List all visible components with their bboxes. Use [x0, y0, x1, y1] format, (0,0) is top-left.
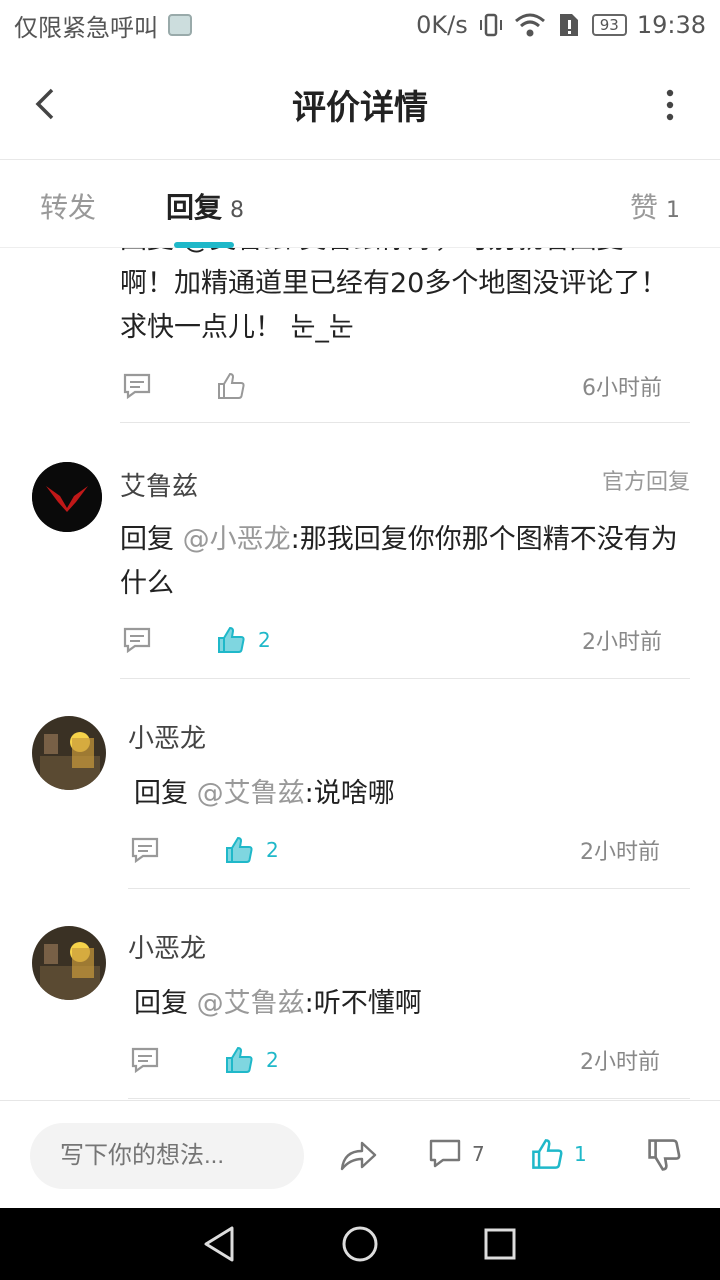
tab-bar: 转发 回复 8 赞1: [0, 160, 720, 248]
comment-input[interactable]: [30, 1123, 304, 1189]
username[interactable]: 小恶龙: [128, 928, 206, 965]
avatar-photo-icon: [32, 926, 106, 1000]
share-button[interactable]: [338, 1137, 378, 1173]
tab-count: 1: [666, 198, 681, 223]
mention-link[interactable]: @艾鲁兹: [197, 988, 305, 1019]
tab-label: 赞: [630, 191, 659, 224]
username[interactable]: 艾鲁兹: [120, 466, 198, 503]
comment-text-line: 啊！加精通道里已经有20多个地图没评论了！: [120, 268, 668, 299]
like-count: 2: [258, 628, 271, 652]
list-item: 回复 @艾鲁兹:艾鲁兹你好，可别就看回复 啊！加精通道里已经有20多个地图没评论…: [120, 248, 680, 350]
share-arrow-icon: [340, 1141, 377, 1171]
carrier-text: 仅限紧急呼叫: [14, 13, 158, 42]
tab-count: 8: [230, 198, 245, 223]
sim-alert-icon: [559, 14, 578, 36]
dislike-button[interactable]: [646, 1137, 682, 1173]
comment-time: 6小时前: [582, 376, 662, 401]
image-notification-icon: [168, 14, 192, 36]
clock: 19:38: [636, 11, 706, 39]
like-button[interactable]: 2: [224, 1045, 279, 1075]
comment-actions: 2 2小时前: [122, 620, 682, 660]
comment-time: 2小时前: [582, 630, 662, 655]
battery-indicator: 93: [591, 14, 627, 36]
like-count: 1: [574, 1142, 587, 1166]
back-triangle-icon[interactable]: [200, 1224, 240, 1264]
reply-icon[interactable]: [122, 626, 152, 654]
like-button[interactable]: [216, 371, 246, 401]
avatar-photo-icon: [32, 716, 106, 790]
comment-actions: 2 2小时前: [130, 830, 690, 870]
back-arrow-icon[interactable]: [30, 86, 60, 122]
comment-bubble-icon: [429, 1139, 461, 1168]
avatar[interactable]: [32, 716, 106, 790]
recents-square-icon[interactable]: [480, 1224, 520, 1264]
like-button[interactable]: 2: [224, 835, 279, 865]
network-speed: 0K/s: [416, 11, 468, 39]
divider: [128, 1098, 690, 1099]
thumbs-up-icon: [226, 836, 253, 863]
avatar[interactable]: [32, 926, 106, 1000]
more-options-icon[interactable]: [664, 88, 676, 122]
comment-list[interactable]: 回复 @艾鲁兹:艾鲁兹你好，可别就看回复 啊！加精通道里已经有20多个地图没评论…: [0, 248, 720, 1100]
like-count: 2: [266, 838, 279, 862]
tab-forward[interactable]: 转发: [40, 186, 96, 226]
comments-button[interactable]: 7: [428, 1137, 485, 1171]
avatar-logo-icon: [32, 462, 102, 532]
divider: [120, 678, 690, 679]
tab-label: 转发: [40, 191, 97, 224]
official-reply-badge: 官方回复: [601, 470, 690, 495]
divider: [120, 422, 690, 423]
like-button[interactable]: 2: [216, 625, 271, 655]
comment-time: 2小时前: [580, 1050, 660, 1075]
comment-text: 回复 @艾鲁兹:听不懂啊: [134, 988, 422, 1019]
comment-text: 回复 @小恶龙:那我回复你你那个图精不没有为什么: [120, 524, 678, 599]
thumbs-down-icon: [648, 1139, 681, 1171]
tab-label: 回复: [166, 191, 223, 224]
vibrate-icon: [479, 13, 502, 37]
top-app-bar: 评价详情: [0, 50, 720, 160]
mention-link[interactable]: @小恶龙: [183, 524, 291, 555]
thumbs-up-icon: [532, 1139, 563, 1169]
comment-actions: 6小时前: [122, 366, 682, 406]
reply-icon[interactable]: [130, 836, 160, 864]
mention-link[interactable]: @艾鲁兹: [197, 778, 305, 809]
thumbs-up-icon: [218, 626, 245, 653]
home-circle-icon[interactable]: [340, 1224, 380, 1264]
comment-time: 2小时前: [580, 840, 660, 865]
system-navigation-bar: [0, 1208, 720, 1280]
tab-replies[interactable]: 回复 8: [166, 186, 244, 226]
comment-text: 回复 @艾鲁兹:说啥哪: [134, 778, 395, 809]
comment-text-line: 求快一点儿！ 눈_눈: [120, 312, 354, 343]
like-post-button[interactable]: 1: [530, 1137, 587, 1171]
avatar[interactable]: [32, 462, 102, 532]
reply-icon[interactable]: [130, 1046, 160, 1074]
username[interactable]: 小恶龙: [128, 718, 206, 755]
comment-count: 7: [472, 1142, 485, 1166]
active-tab-indicator: [174, 242, 234, 248]
like-count: 2: [266, 1048, 279, 1072]
bottom-action-bar: 7 1: [0, 1100, 720, 1208]
comment-text-line: 回复 @艾鲁兹:艾鲁兹你好，可别就看回复: [120, 248, 680, 262]
status-bar: 仅限紧急呼叫 0K/s 93 19:38: [0, 0, 720, 50]
divider: [128, 888, 690, 889]
comment-actions: 2 2小时前: [130, 1040, 690, 1080]
wifi-icon: [514, 13, 545, 37]
tab-likes[interactable]: 赞1: [630, 186, 680, 226]
page-title: 评价详情: [292, 88, 428, 128]
thumbs-up-icon: [218, 372, 245, 399]
reply-icon[interactable]: [122, 372, 152, 400]
thumbs-up-icon: [226, 1046, 253, 1073]
